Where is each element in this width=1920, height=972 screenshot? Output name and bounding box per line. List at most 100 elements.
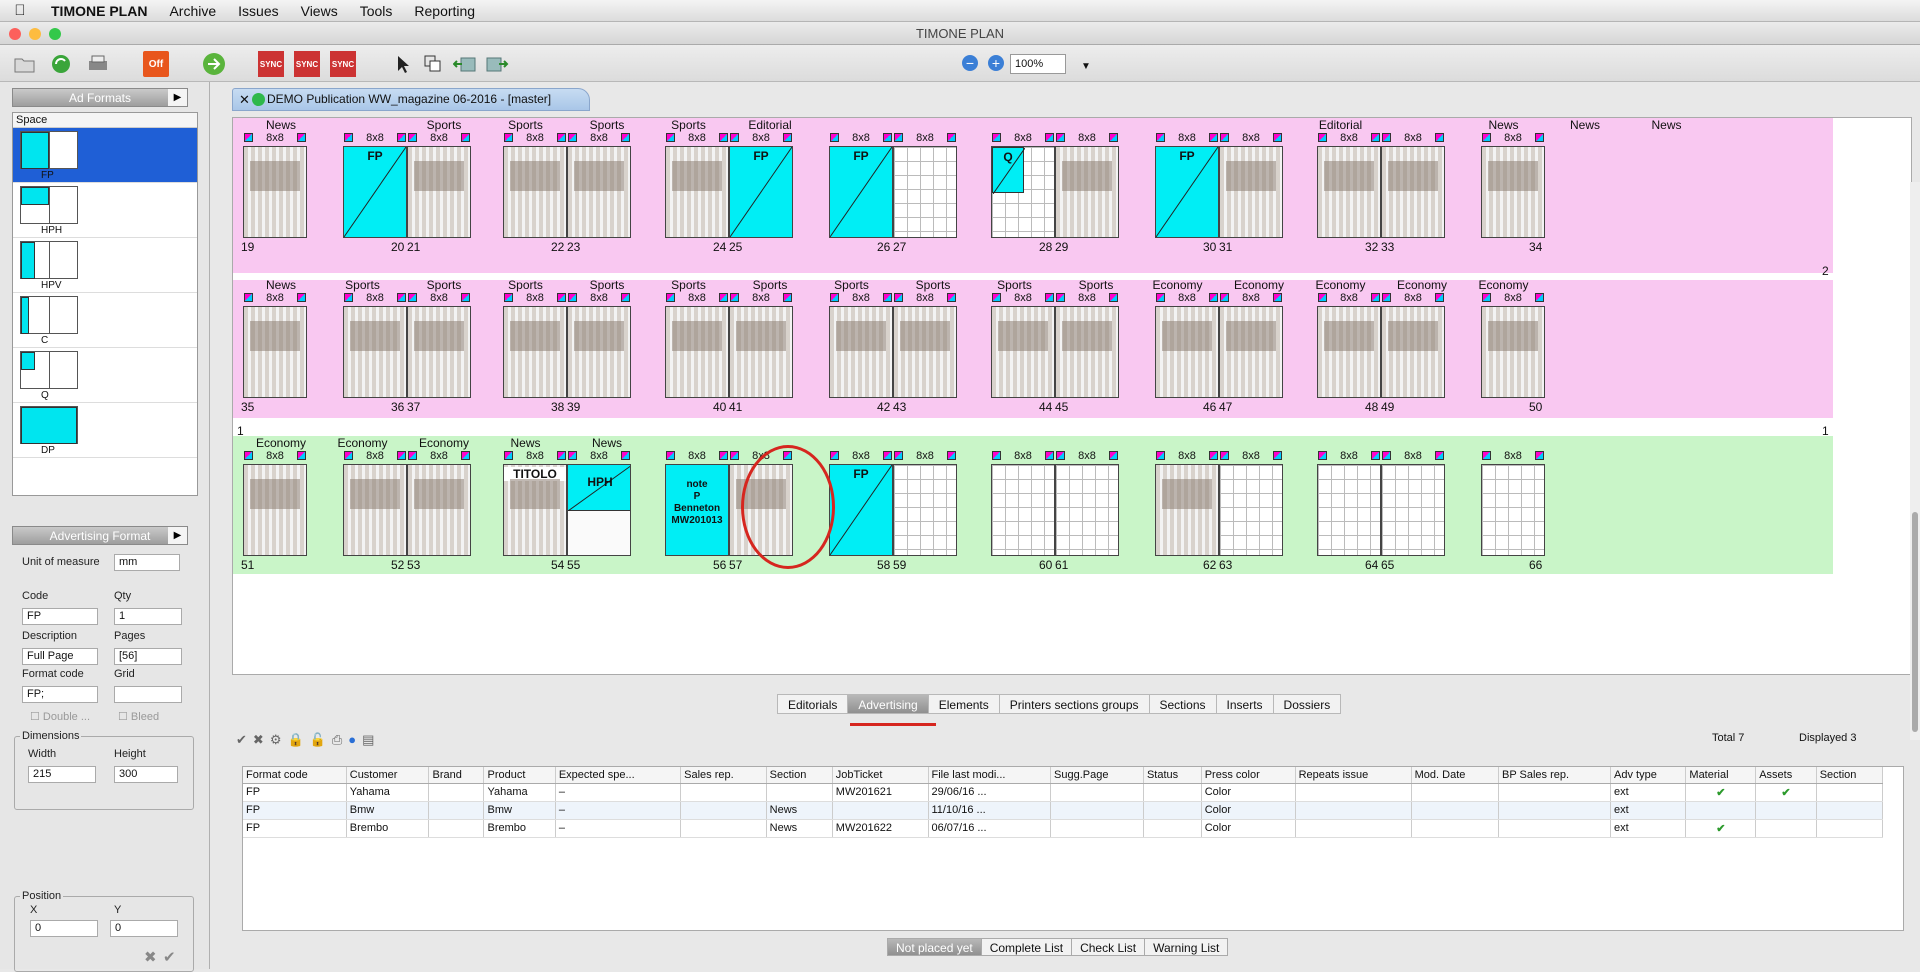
vertical-scrollbar[interactable]	[1910, 182, 1920, 740]
page-thumbnail[interactable]	[1481, 464, 1545, 556]
close-window-icon[interactable]	[9, 28, 21, 40]
column-header[interactable]: Status	[1143, 767, 1202, 784]
column-header[interactable]: JobTicket	[832, 767, 929, 784]
print-list-icon[interactable]: ⎙	[332, 732, 342, 748]
sync-left-button[interactable]: SYNC	[258, 51, 284, 77]
column-header[interactable]: BP Sales rep.	[1498, 767, 1612, 784]
zoom-out-icon[interactable]: −	[962, 55, 978, 71]
code-field[interactable]: FP	[22, 608, 98, 625]
export-icon[interactable]: ▤	[362, 732, 374, 748]
scroll-thumb[interactable]	[1912, 512, 1918, 732]
tab-editorials[interactable]: Editorials	[777, 694, 849, 714]
check-list-button[interactable]: Check List	[1071, 938, 1146, 956]
print-icon[interactable]	[85, 51, 111, 77]
page-thumbnail[interactable]	[407, 146, 471, 238]
page-thumbnail[interactable]	[407, 306, 471, 398]
page-thumbnail[interactable]	[503, 146, 567, 238]
grid-field[interactable]	[114, 686, 182, 703]
page-thumbnail[interactable]	[1381, 464, 1445, 556]
menu-app-name[interactable]: TIMONE PLAN	[40, 3, 158, 19]
page-thumbnail[interactable]	[1155, 306, 1219, 398]
bleed-checkbox[interactable]: ☐ Bleed	[118, 710, 159, 723]
page-thumbnail[interactable]	[893, 464, 957, 556]
move-right-icon[interactable]	[484, 51, 510, 77]
page-thumbnail[interactable]	[1481, 306, 1545, 398]
warning-list-button[interactable]: Warning List	[1144, 938, 1229, 956]
page-thumbnail[interactable]: FP	[829, 464, 893, 556]
tab-sections[interactable]: Sections	[1148, 694, 1217, 714]
format-hph[interactable]: HPH	[13, 183, 197, 238]
page-thumbnail[interactable]	[665, 146, 729, 238]
complete-list-button[interactable]: Complete List	[980, 938, 1073, 956]
page-thumbnail[interactable]	[407, 464, 471, 556]
column-header[interactable]: Sugg.Page	[1050, 767, 1144, 784]
page-thumbnail[interactable]	[1055, 306, 1119, 398]
lock-icon[interactable]: 🔒	[287, 732, 303, 748]
unit-select[interactable]: mm	[114, 554, 180, 571]
duplicate-icon[interactable]	[420, 51, 446, 77]
table-row[interactable]: FP Brembo Brembo – News MW201622 06/07/16 ... C…	[243, 819, 1884, 838]
column-header[interactable]: Format code	[243, 767, 347, 784]
column-header[interactable]: Sales rep.	[680, 767, 767, 784]
page-thumbnail[interactable]: HPH	[567, 464, 631, 556]
page-thumbnail[interactable]	[729, 306, 793, 398]
column-header[interactable]: Expected spe...	[555, 767, 682, 784]
page-thumbnail[interactable]	[1055, 464, 1119, 556]
page-thumbnail[interactable]	[893, 146, 957, 238]
page-thumbnail[interactable]	[243, 146, 307, 238]
double-checkbox[interactable]: ☐ Double ...	[30, 710, 90, 723]
column-header[interactable]: Mod. Date	[1411, 767, 1500, 784]
column-header[interactable]: Assets	[1755, 767, 1817, 784]
page-thumbnail[interactable]	[567, 146, 631, 238]
page-thumbnail[interactable]	[1219, 306, 1283, 398]
column-header[interactable]: Section	[1816, 767, 1884, 784]
check-icon[interactable]: ✔	[236, 732, 247, 748]
page-thumbnail[interactable]: FP	[729, 146, 793, 238]
delete-icon[interactable]: ✖	[253, 732, 264, 748]
confirm-icon[interactable]: ✔	[163, 948, 176, 966]
open-folder-icon[interactable]	[12, 51, 38, 77]
tab-printers-sections-groups[interactable]: Printers sections groups	[998, 694, 1150, 714]
page-thumbnail[interactable]	[1381, 306, 1445, 398]
filter-icon[interactable]: ⚙	[270, 732, 282, 748]
tab-elements[interactable]: Elements	[927, 694, 1000, 714]
page-thumbnail[interactable]: FP	[1155, 146, 1219, 238]
page-thumbnail[interactable]	[829, 306, 893, 398]
column-header[interactable]: Customer	[346, 767, 430, 784]
apple-icon[interactable]: 	[0, 2, 40, 19]
cancel-icon[interactable]: ✖	[144, 948, 157, 966]
menu-tools[interactable]: Tools	[349, 3, 404, 19]
column-header[interactable]: Press color	[1201, 767, 1296, 784]
advertising-format-toggle-icon[interactable]: ▶	[168, 527, 187, 544]
column-header[interactable]: File last modi...	[928, 767, 1051, 784]
page-thumbnail[interactable]	[243, 464, 307, 556]
page-thumbnail[interactable]	[343, 306, 407, 398]
zoom-level-field[interactable]: 100%	[1010, 54, 1066, 74]
page-thumbnail[interactable]	[243, 306, 307, 398]
column-header[interactable]: Repeats issue	[1295, 767, 1412, 784]
height-field[interactable]: 300	[114, 766, 178, 783]
pointer-tool-icon[interactable]	[390, 51, 416, 77]
y-field[interactable]: 0	[110, 920, 178, 937]
page-thumbnail[interactable]	[1155, 464, 1219, 556]
page-thumbnail[interactable]	[665, 306, 729, 398]
zoom-in-icon[interactable]: +	[988, 55, 1004, 71]
table-row[interactable]: FP Bmw Bmw – News 11/10/16 ... Color ext	[243, 801, 1884, 820]
document-tab[interactable]: ✕ DEMO Publication WW_magazine 06-2016 -…	[232, 88, 590, 111]
tab-inserts[interactable]: Inserts	[1215, 694, 1274, 714]
tab-dossiers[interactable]: Dossiers	[1272, 694, 1342, 714]
not-placed-button[interactable]: Not placed yet	[887, 938, 982, 956]
format-c[interactable]: C	[13, 293, 197, 348]
page-thumbnail[interactable]	[729, 464, 793, 556]
menu-archive[interactable]: Archive	[158, 3, 227, 19]
menu-issues[interactable]: Issues	[227, 3, 289, 19]
page-thumbnail[interactable]	[567, 306, 631, 398]
format-hpv[interactable]: HPV	[13, 238, 197, 293]
minimize-window-icon[interactable]	[29, 28, 41, 40]
column-header[interactable]: Brand	[428, 767, 485, 784]
format-q[interactable]: Q	[13, 348, 197, 403]
page-thumbnail[interactable]	[343, 464, 407, 556]
pages-field[interactable]: [56]	[114, 648, 182, 665]
unlock-icon[interactable]: 🔓	[310, 732, 326, 748]
format-fp[interactable]: FP	[13, 128, 197, 183]
